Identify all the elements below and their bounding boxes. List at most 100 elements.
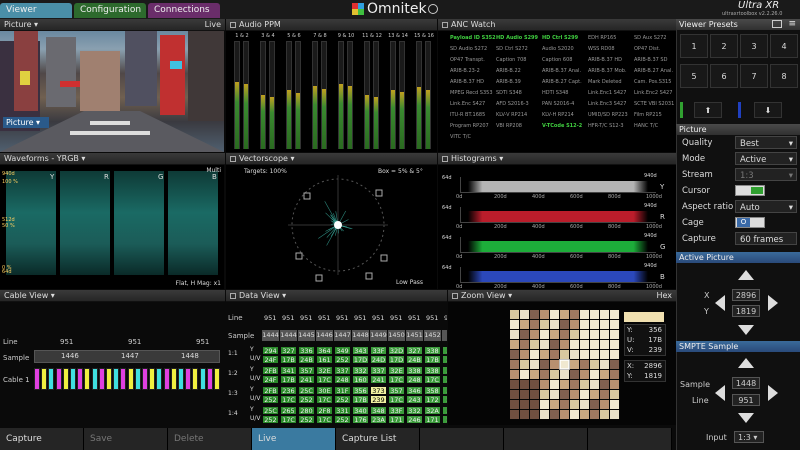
anc-item: ARIB-B.37 Mob. bbox=[588, 68, 634, 74]
preset-key-4[interactable]: 4 bbox=[770, 34, 798, 58]
histogram-tick: 0d bbox=[456, 224, 462, 230]
bottom-button-save[interactable]: Save bbox=[84, 428, 168, 450]
bottom-button-capture-list[interactable]: Capture List bbox=[336, 428, 420, 450]
anc-item: UMID/SD RP223 bbox=[588, 112, 634, 118]
anc-item: Program RP207 bbox=[450, 123, 496, 129]
cable-sample-bar: 1446 1447 1448 bbox=[34, 350, 220, 363]
data-cell: 252 bbox=[262, 395, 279, 404]
picture-panel-header: Picture bbox=[676, 124, 800, 135]
data-cell: 327 bbox=[280, 346, 297, 355]
data-cell: 17D bbox=[388, 355, 405, 364]
data-cell: 2FB bbox=[262, 386, 279, 395]
preset-upload-button[interactable]: ⬆ bbox=[694, 102, 722, 118]
bottom-button-delete[interactable]: Delete bbox=[168, 428, 252, 450]
preset-key-1[interactable]: 1 bbox=[680, 34, 708, 58]
bottom-button-empty-6[interactable] bbox=[504, 428, 588, 450]
data-sample-value: 14 bbox=[442, 330, 447, 341]
audio-meter-bar bbox=[417, 87, 421, 149]
preset-key-5[interactable]: 5 bbox=[680, 64, 708, 88]
bottom-button-capture[interactable]: Capture bbox=[0, 428, 84, 450]
picture-row-value[interactable]: Best ▾ bbox=[735, 136, 797, 149]
anc-item: OP47 Transpt. bbox=[450, 57, 496, 63]
cable-bit bbox=[41, 368, 47, 390]
anc-item: ITU-R BT.1685 bbox=[450, 112, 496, 118]
preset-key-2[interactable]: 2 bbox=[710, 34, 738, 58]
data-line-value: 951 bbox=[354, 314, 366, 322]
smpte-up-arrow[interactable] bbox=[738, 358, 754, 368]
preset-marker-blue bbox=[738, 102, 741, 118]
histogram-r bbox=[468, 211, 648, 222]
menu-icon[interactable]: ≡ bbox=[788, 19, 796, 30]
anc-item: VITC T/C bbox=[450, 134, 496, 140]
preset-key-6[interactable]: 6 bbox=[710, 64, 738, 88]
data-cell: 32D bbox=[388, 346, 405, 355]
anc-item: ARIB-B.37 HD bbox=[450, 79, 496, 85]
data-cell: 346 bbox=[406, 386, 423, 395]
data-cell: 32A bbox=[424, 406, 441, 415]
preset-download-button[interactable]: ⬇ bbox=[754, 102, 782, 118]
cable-view: Line Sample Cable 1 951 951 951 1446 1447 144… bbox=[0, 302, 224, 425]
picture-row-value-text: Best bbox=[740, 139, 759, 149]
picture-row-value[interactable]: 60 frames bbox=[735, 232, 797, 245]
picture-view[interactable]: Picture ▾ bbox=[0, 31, 224, 152]
smpte-down-arrow[interactable] bbox=[738, 413, 754, 423]
ap-down-arrow[interactable] bbox=[738, 325, 754, 335]
cursor-toggle[interactable] bbox=[735, 185, 765, 196]
layout-icon[interactable] bbox=[772, 20, 782, 28]
audio-meter-bar bbox=[426, 90, 430, 149]
bottom-button-empty-7[interactable] bbox=[588, 428, 672, 450]
ap-right-arrow[interactable] bbox=[768, 295, 778, 311]
cable-bit bbox=[214, 368, 220, 390]
data-cell: 331 bbox=[334, 406, 351, 415]
data-cell: 252 bbox=[298, 395, 315, 404]
cage-toggle[interactable]: O bbox=[735, 217, 765, 228]
dropdown-arrow-icon: ▾ bbox=[789, 153, 793, 167]
smpte-line-value[interactable]: 951 bbox=[732, 394, 760, 406]
bottom-button-live[interactable]: Live bbox=[252, 428, 336, 450]
picture-row-value[interactable]: Active ▾ bbox=[735, 152, 797, 165]
tab-connections[interactable]: Connections bbox=[148, 3, 220, 18]
data-cell: 252 bbox=[262, 415, 279, 424]
zoom-mode[interactable]: Hex bbox=[656, 290, 672, 302]
ap-up-arrow[interactable] bbox=[738, 270, 754, 280]
data-cell: 17C bbox=[280, 415, 297, 424]
data-sub-label: U/V bbox=[250, 395, 261, 402]
audio-meter-bar bbox=[235, 82, 239, 149]
data-cell: 248 bbox=[406, 375, 423, 384]
bottom-button-empty-5[interactable] bbox=[420, 428, 504, 450]
data-sample-value: 1451 bbox=[406, 330, 423, 341]
preset-key-3[interactable]: 3 bbox=[740, 34, 768, 58]
histogram-channel-label: G bbox=[660, 243, 665, 251]
picture-overlay-button[interactable]: Picture ▾ bbox=[3, 117, 49, 128]
tab-viewer[interactable]: Viewer bbox=[0, 3, 72, 18]
data-cell: 252 bbox=[334, 395, 351, 404]
anc-item: AFD S2016-3 bbox=[496, 101, 542, 107]
cable-bit bbox=[200, 368, 206, 390]
smpte-input-select[interactable]: 1:3 ▾ bbox=[734, 431, 764, 443]
picture-row-value[interactable]: Auto ▾ bbox=[735, 200, 797, 213]
data-cell: 17C bbox=[424, 375, 441, 384]
data-cell: 17C bbox=[280, 395, 297, 404]
data-cell: 2F8 bbox=[316, 406, 333, 415]
smpte-sample-value[interactable]: 1448 bbox=[732, 377, 760, 389]
data-cell: 17C bbox=[388, 375, 405, 384]
smpte-right-arrow[interactable] bbox=[768, 385, 778, 401]
audio-meter-bar bbox=[322, 89, 326, 149]
picture-row-value-text: 1:3 bbox=[740, 171, 754, 181]
picture-row-value[interactable]: 1:3 ▾ bbox=[735, 168, 797, 181]
preset-key-8[interactable]: 8 bbox=[770, 64, 798, 88]
data-cell: 243 bbox=[406, 395, 423, 404]
cable-line-value: 951 bbox=[128, 338, 141, 346]
cable-bit bbox=[99, 368, 105, 390]
audio-meter-bar bbox=[261, 95, 265, 149]
preset-key-7[interactable]: 7 bbox=[740, 64, 768, 88]
histogram-top-label: 64d bbox=[442, 265, 452, 271]
ap-y-value[interactable]: 1819 bbox=[732, 305, 760, 317]
cable-bit bbox=[92, 368, 98, 390]
tab-configuration[interactable]: Configuration bbox=[74, 3, 146, 18]
histogram-tick: 200d bbox=[494, 194, 507, 200]
data-cell: 17B bbox=[280, 355, 297, 364]
smpte-left-arrow[interactable] bbox=[715, 385, 725, 401]
ap-x-value[interactable]: 2896 bbox=[732, 289, 760, 301]
ap-left-arrow[interactable] bbox=[715, 295, 725, 311]
